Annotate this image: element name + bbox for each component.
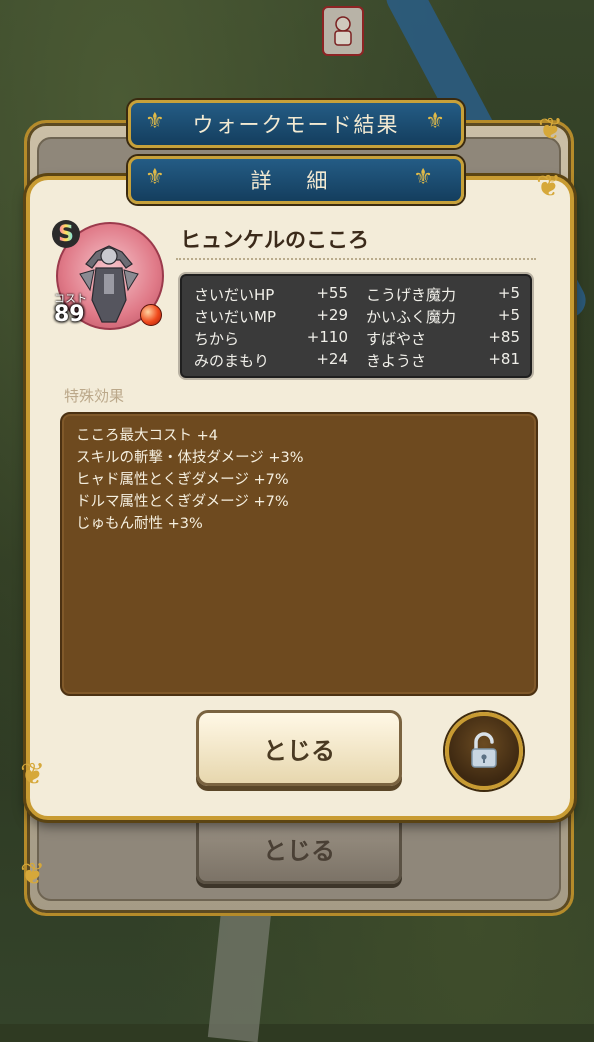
corner-ornament-icon: ❦ — [536, 169, 562, 204]
stat-name: さいだいHP — [194, 286, 275, 304]
special-effects-title: 特殊効果 — [64, 387, 125, 405]
rank-badge: S — [52, 220, 80, 248]
fleur-icon: ⚜ — [425, 109, 447, 134]
stat-value: +110 — [306, 328, 348, 346]
fleur-icon: ⚜ — [145, 165, 179, 190]
corner-ornament-icon: ❦ — [20, 757, 46, 792]
stat-row: きようさ +81 — [366, 350, 520, 372]
stat-value: +24 — [316, 350, 348, 368]
stat-row: みのまもり +24 — [194, 350, 348, 372]
effect-item: じゅもん耐性 +3% — [76, 516, 203, 532]
road — [207, 897, 273, 1042]
stat-value: +5 — [497, 284, 520, 302]
stat-row: すばやさ +85 — [366, 328, 520, 350]
effect-item: ヒャド属性とくぎダメージ +7% — [76, 472, 289, 488]
stat-name: ちから — [194, 330, 240, 348]
stats-box: さいだいHP +55 こうげき魔力 +5 さいだいMP +29 かいふく魔力 +… — [178, 272, 534, 380]
unlock-icon[interactable] — [445, 712, 523, 790]
stat-name: こうげき魔力 — [366, 286, 457, 304]
stat-row: ちから +110 — [194, 328, 348, 350]
stat-row: かいふく魔力 +5 — [366, 306, 520, 328]
corner-ornament-icon: ❦ — [20, 857, 46, 892]
stat-value: +81 — [488, 350, 520, 368]
stat-name: さいだいMP — [194, 308, 276, 326]
stat-row: さいだいMP +29 — [194, 306, 348, 328]
stat-name: みのまもり — [194, 352, 270, 370]
special-effects-box[interactable]: こころ最大コスト +4 スキルの斬撃・体技ダメージ +3% ヒャド属性とくぎダメ… — [60, 412, 538, 696]
kokoro-name: ヒュンケルのこころ — [180, 228, 369, 252]
stat-value: +85 — [488, 328, 520, 346]
fleur-icon: ⚜ — [413, 165, 447, 190]
stat-name: すばやさ — [366, 330, 427, 348]
stat-value: +29 — [316, 306, 348, 324]
detail-banner: ⚜ 詳 細 ⚜ — [128, 156, 464, 204]
monster-marker-icon — [322, 6, 364, 56]
fire-orb-icon — [140, 304, 162, 326]
walk-result-close-button[interactable]: とじる — [196, 812, 402, 884]
rank-letter: S — [58, 221, 74, 247]
stat-name: きようさ — [366, 352, 427, 370]
walk-result-title: ウォークモード結果 — [192, 113, 400, 137]
close-button[interactable]: とじる — [196, 710, 402, 786]
fleur-icon: ⚜ — [145, 109, 167, 134]
stat-row: さいだいHP +55 — [194, 284, 348, 306]
stat-name: かいふく魔力 — [366, 308, 457, 326]
effect-item: こころ最大コスト +4 — [76, 428, 218, 444]
corner-ornament-icon: ❦ — [538, 112, 564, 147]
stat-value: +55 — [316, 284, 348, 302]
cost-value: 89 — [54, 302, 85, 327]
effect-item: ドルマ属性とくぎダメージ +7% — [76, 494, 289, 510]
stat-value: +5 — [497, 306, 520, 324]
divider — [176, 258, 536, 260]
detail-title: 詳 細 — [250, 169, 342, 193]
monster-figure-icon — [79, 245, 139, 323]
walk-result-banner: ⚜ ウォークモード結果 ⚜ — [128, 100, 464, 148]
effect-item: スキルの斬撃・体技ダメージ +3% — [76, 450, 304, 466]
stat-row: こうげき魔力 +5 — [366, 284, 520, 306]
